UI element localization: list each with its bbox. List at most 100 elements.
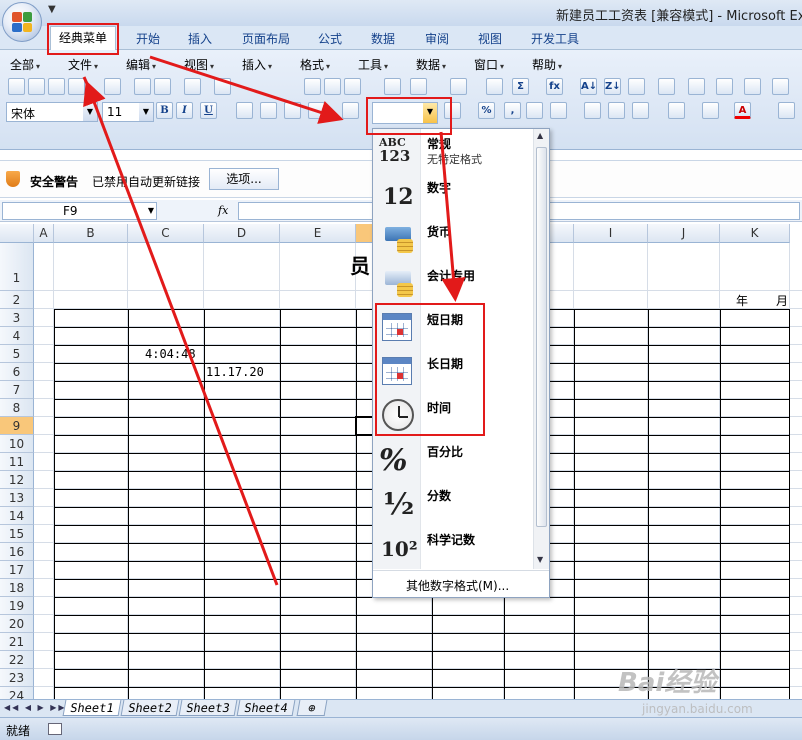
tab-developer[interactable]: 开发工具: [531, 30, 579, 47]
chart-icon[interactable]: [658, 78, 675, 95]
row-header-22[interactable]: 22: [0, 651, 34, 669]
align-left-icon[interactable]: [236, 102, 253, 119]
print-preview-icon[interactable]: [154, 78, 171, 95]
security-options-button[interactable]: 选项...: [209, 168, 279, 190]
row-header-3[interactable]: 3: [0, 309, 34, 327]
increase-decimal-icon[interactable]: [526, 102, 543, 119]
undo-icon[interactable]: [410, 78, 427, 95]
quick-access-dropdown[interactable]: ▼: [48, 4, 56, 15]
tab-data[interactable]: 数据: [371, 30, 395, 47]
month-label-cell[interactable]: 月: [776, 292, 788, 309]
tab-insert[interactable]: 插入: [188, 30, 212, 47]
save-icon[interactable]: [48, 78, 65, 95]
row-header-8[interactable]: 8: [0, 399, 34, 417]
align-center-icon[interactable]: [260, 102, 277, 119]
row-header-24[interactable]: 24: [0, 687, 34, 699]
row-header-14[interactable]: 14: [0, 507, 34, 525]
cell-d6[interactable]: 11.17.20: [206, 365, 264, 379]
sort-descending-icon[interactable]: Z↓: [604, 78, 621, 95]
row-header-23[interactable]: 23: [0, 669, 34, 687]
print-icon[interactable]: [134, 78, 151, 95]
column-header-b[interactable]: B: [54, 224, 128, 243]
row-header-13[interactable]: 13: [0, 489, 34, 507]
fill-color-icon[interactable]: [702, 102, 719, 119]
menu-format[interactable]: 格式 ▾: [300, 56, 330, 73]
merge-center-icon[interactable]: [308, 102, 325, 119]
row-header-7[interactable]: 7: [0, 381, 34, 399]
insert-sheet-icon[interactable]: ⊕: [296, 700, 328, 716]
row-header-4[interactable]: 4: [0, 327, 34, 345]
format-item-currency[interactable]: 货币: [373, 217, 533, 261]
menu-data[interactable]: 数据 ▾: [416, 56, 446, 73]
tab-formulas[interactable]: 公式: [318, 30, 342, 47]
insert-function-icon[interactable]: fx: [546, 78, 563, 95]
row-header-6[interactable]: 6: [0, 363, 34, 381]
table-icon[interactable]: [716, 78, 733, 95]
borders-icon[interactable]: [668, 102, 685, 119]
row-header-21[interactable]: 21: [0, 633, 34, 651]
row-header-9[interactable]: 9: [0, 417, 34, 435]
column-header-c[interactable]: C: [128, 224, 204, 243]
select-all-corner[interactable]: [0, 224, 34, 243]
row-header-12[interactable]: 12: [0, 471, 34, 489]
font-name-combo[interactable]: 宋体 ▼: [6, 102, 98, 122]
column-header-j[interactable]: J: [648, 224, 720, 243]
format-item-accounting[interactable]: 会计专用: [373, 261, 533, 305]
shapes-icon[interactable]: [744, 78, 761, 95]
sheet-tab-1[interactable]: Sheet1: [62, 700, 122, 716]
column-header-a[interactable]: A: [34, 224, 54, 243]
percent-style-button[interactable]: %: [478, 102, 495, 119]
format-item-scientific[interactable]: 10² 科学记数: [373, 525, 533, 569]
hyperlink-icon[interactable]: [486, 78, 503, 95]
row-header-20[interactable]: 20: [0, 615, 34, 633]
tab-review[interactable]: 审阅: [425, 30, 449, 47]
row-header-11[interactable]: 11: [0, 453, 34, 471]
insert-function-fx-button[interactable]: fx: [218, 204, 228, 217]
email-icon[interactable]: [104, 78, 121, 95]
office-button[interactable]: [2, 2, 42, 42]
dropdown-scrollbar[interactable]: ▲ ▼: [533, 129, 549, 569]
increase-indent-icon[interactable]: [608, 102, 625, 119]
tab-view[interactable]: 视图: [478, 30, 502, 47]
new-icon[interactable]: [8, 78, 25, 95]
row-header-10[interactable]: 10: [0, 435, 34, 453]
more-formats-row[interactable]: 其他数字格式(M)...: [373, 570, 549, 598]
row-header-18[interactable]: 18: [0, 579, 34, 597]
comma-style-button[interactable]: ,: [504, 102, 521, 119]
scroll-down-icon[interactable]: ▼: [537, 555, 543, 564]
autosum-icon[interactable]: Σ: [512, 78, 529, 95]
year-label-cell[interactable]: 年: [736, 292, 748, 309]
sheet-nav-arrows-icon[interactable]: ◀◀ ◀ ▶ ▶▶: [4, 703, 67, 712]
menu-all[interactable]: 全部 ▾: [10, 56, 40, 73]
underline-button[interactable]: U: [200, 102, 217, 119]
row-header-17[interactable]: 17: [0, 561, 34, 579]
column-header-e[interactable]: E: [280, 224, 356, 243]
sheet-title-cell[interactable]: 员: [350, 250, 370, 279]
permission-icon[interactable]: [68, 78, 85, 95]
menu-window[interactable]: 窗口 ▾: [474, 56, 504, 73]
tab-home[interactable]: 开始: [136, 30, 160, 47]
clipart-icon[interactable]: [772, 78, 789, 95]
menu-insert[interactable]: 插入 ▾: [242, 56, 272, 73]
scroll-up-icon[interactable]: ▲: [537, 131, 543, 140]
font-size-combo[interactable]: 11 ▼: [102, 102, 154, 122]
sheet-tab-2[interactable]: Sheet2: [120, 700, 180, 716]
sheet-tab-4[interactable]: Sheet4: [236, 700, 296, 716]
spelling-icon[interactable]: [184, 78, 201, 95]
styles-icon[interactable]: [778, 102, 795, 119]
format-item-number[interactable]: 12 数字: [373, 173, 533, 217]
column-header-k[interactable]: K: [720, 224, 790, 243]
paste-icon[interactable]: [344, 78, 361, 95]
sheet-tab-3[interactable]: Sheet3: [178, 700, 238, 716]
row-header-16[interactable]: 16: [0, 543, 34, 561]
align-right-icon[interactable]: [284, 102, 301, 119]
macro-record-icon[interactable]: [48, 723, 62, 735]
decrease-indent-icon[interactable]: [584, 102, 601, 119]
format-item-general[interactable]: ABC 123 常规 无特定格式: [373, 129, 533, 173]
bold-button[interactable]: B: [156, 102, 173, 119]
format-item-percentage[interactable]: % 百分比: [373, 437, 533, 481]
research-icon[interactable]: [214, 78, 231, 95]
sort-ascending-icon[interactable]: A↓: [580, 78, 597, 95]
row-header-5[interactable]: 5: [0, 345, 34, 363]
menu-view[interactable]: 视图 ▾: [184, 56, 214, 73]
